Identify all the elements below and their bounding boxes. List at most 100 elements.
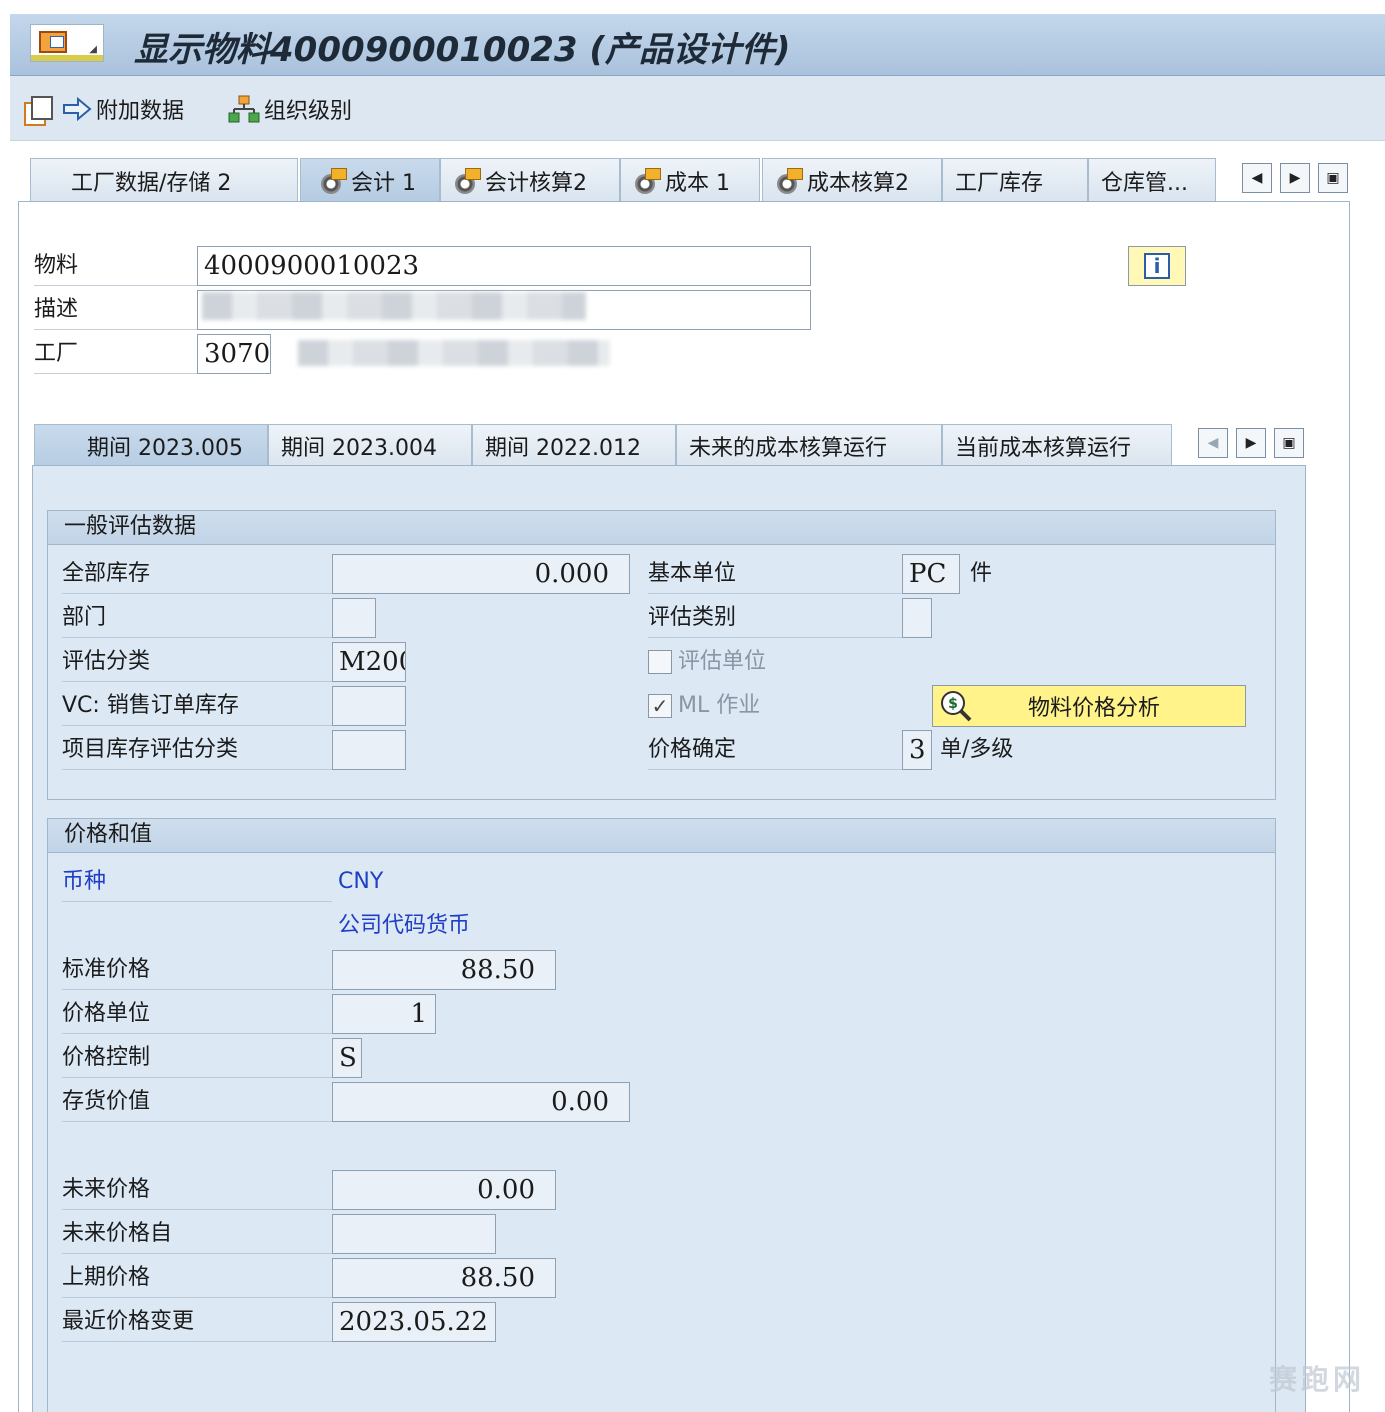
gear-icon [775, 167, 803, 194]
org-levels-label: 组织级别 [264, 99, 353, 124]
price-determination-label: 价格确定 [648, 730, 902, 770]
price-unit-label: 价格单位 [62, 994, 332, 1034]
tab-future-costing-run[interactable]: 未来的成本核算运行 [676, 424, 942, 466]
base-unit-field[interactable]: PC [902, 554, 960, 594]
subtab-list-button[interactable]: ▣ [1274, 428, 1304, 458]
standard-price-label: 标准价格 [62, 950, 332, 990]
valuated-unit-label: 评估单位 [678, 649, 767, 674]
tab-scroll-left-button[interactable]: ◀ [1242, 163, 1272, 193]
triangle-left-icon: ◀ [1251, 170, 1263, 186]
tab-list-icon: ▣ [1282, 435, 1296, 451]
gear-icon [453, 167, 481, 194]
svg-text:$: $ [948, 696, 958, 712]
tab-label: 工厂库存 [955, 170, 1044, 196]
tab-period-2023-004[interactable]: 期间 2023.004 [268, 424, 472, 466]
currency-description: 公司代码货币 [338, 913, 471, 938]
tab-accounting-1[interactable]: 会计 1 [300, 158, 440, 202]
page-title: 显示物料4000900010023 (产品设计件) [134, 30, 791, 70]
checkmark-icon: ✓ [648, 694, 672, 718]
group-title: 价格和值 [48, 819, 1275, 853]
tab-label: 期间 2023.005 [87, 435, 243, 461]
org-levels-button[interactable]: 组织级别 [228, 92, 352, 126]
total-stock-label: 全部库存 [62, 554, 332, 594]
plant-field[interactable]: 3070 [197, 334, 271, 374]
total-stock-field[interactable]: 0.000 [332, 554, 630, 594]
price-control-field[interactable]: S [332, 1038, 362, 1078]
tab-label: 会计核算2 [485, 170, 587, 196]
redacted-plant-name [298, 340, 610, 366]
dropdown-arrow-icon: ◢ [89, 44, 97, 55]
previous-price-field[interactable]: 88.50 [332, 1258, 556, 1298]
group-title: 一般评估数据 [48, 511, 1275, 545]
copy-icon [22, 94, 53, 126]
watermark: 赛跑网 [1268, 1363, 1365, 1396]
price-analysis-label: 物料价格分析 [1027, 696, 1160, 721]
tab-period-2022-012[interactable]: 期间 2022.012 [472, 424, 676, 466]
description-label: 描述 [34, 290, 199, 330]
copy-button[interactable] [22, 92, 56, 126]
gear-icon [319, 167, 347, 194]
currency-value: CNY [338, 869, 384, 894]
future-price-from-field[interactable] [332, 1214, 496, 1254]
plant-label: 工厂 [34, 334, 199, 374]
future-price-field[interactable]: 0.00 [332, 1170, 556, 1210]
standard-price-field[interactable]: 88.50 [332, 950, 556, 990]
project-stock-valuation-field[interactable] [332, 730, 406, 770]
last-price-change-field[interactable]: 2023.05.22 [332, 1302, 496, 1342]
material-price-analysis-button[interactable]: $ 物料价格分析 [932, 685, 1246, 727]
division-field[interactable] [332, 598, 376, 638]
material-label: 物料 [34, 246, 199, 286]
valuated-unit-checkbox[interactable]: 评估单位 [648, 642, 766, 682]
arrow-right-icon [62, 97, 92, 121]
price-determination-field[interactable]: 3 [902, 730, 932, 770]
tab-plant-stock[interactable]: 工厂库存 [942, 158, 1088, 202]
previous-price-label: 上期价格 [62, 1258, 332, 1298]
base-unit-text: 件 [970, 561, 993, 586]
last-price-change-label: 最近价格变更 [62, 1302, 332, 1342]
tab-current-costing-run[interactable]: 当前成本核算运行 [942, 424, 1172, 466]
valuation-category-field[interactable] [902, 598, 932, 638]
tab-plant-data-storage-2[interactable]: 工厂数据/存储 2 [30, 158, 298, 202]
vc-sales-order-stock-field[interactable] [332, 686, 406, 726]
tab-label: 当前成本核算运行 [955, 435, 1132, 461]
sap-menu-icon [39, 31, 67, 53]
price-search-icon: $ [939, 689, 973, 723]
info-button[interactable]: i [1128, 246, 1186, 286]
tab-label: 成本核算2 [807, 170, 909, 196]
tab-costing-accounting-2[interactable]: 会计核算2 [440, 158, 620, 202]
future-price-label: 未来价格 [62, 1170, 332, 1210]
checkbox-empty-icon [648, 650, 672, 674]
price-control-label: 价格控制 [62, 1038, 332, 1078]
division-label: 部门 [62, 598, 332, 638]
subtab-scroll-right-button[interactable]: ▶ [1236, 428, 1266, 458]
tab-list-icon: ▣ [1326, 170, 1340, 186]
triangle-left-icon: ◀ [1207, 435, 1219, 451]
currency-label: 币种 [62, 862, 332, 902]
title-bar: ◢ 显示物料4000900010023 (产品设计件) [10, 14, 1385, 76]
triangle-right-icon: ▶ [1245, 435, 1257, 451]
redacted-description [202, 292, 586, 320]
tab-label: 仓库管... [1101, 170, 1188, 196]
valuation-category-label: 评估类别 [648, 598, 902, 638]
price-unit-field[interactable]: 1 [332, 994, 436, 1034]
app-menu-button[interactable]: ◢ [30, 24, 104, 62]
inventory-value-field[interactable]: 0.00 [332, 1082, 630, 1122]
valuation-class-field[interactable]: M200 [332, 642, 406, 682]
tab-period-2023-005[interactable]: 期间 2023.005 [34, 424, 268, 466]
additional-data-label: 附加数据 [96, 99, 185, 124]
tab-label: 成本 1 [665, 170, 730, 196]
tab-scroll-right-button[interactable]: ▶ [1280, 163, 1310, 193]
ml-act-label: ML 作业 [678, 693, 761, 718]
tab-label: 会计 1 [351, 170, 416, 196]
tab-costing-1[interactable]: 成本 1 [620, 158, 760, 202]
valuation-class-label: 评估分类 [62, 642, 332, 682]
subtab-scroll-left-button[interactable]: ◀ [1198, 428, 1228, 458]
additional-data-button[interactable]: 附加数据 [62, 92, 184, 126]
tab-warehouse-mgmt[interactable]: 仓库管... [1088, 158, 1216, 202]
material-field[interactable]: 4000900010023 [197, 246, 811, 286]
tab-costing-2[interactable]: 成本核算2 [762, 158, 942, 202]
ml-act-checkbox[interactable]: ✓ ML 作业 [648, 686, 760, 726]
tab-label: 工厂数据/存储 2 [71, 170, 232, 196]
tab-list-button[interactable]: ▣ [1318, 163, 1348, 193]
base-unit-label: 基本单位 [648, 554, 902, 594]
